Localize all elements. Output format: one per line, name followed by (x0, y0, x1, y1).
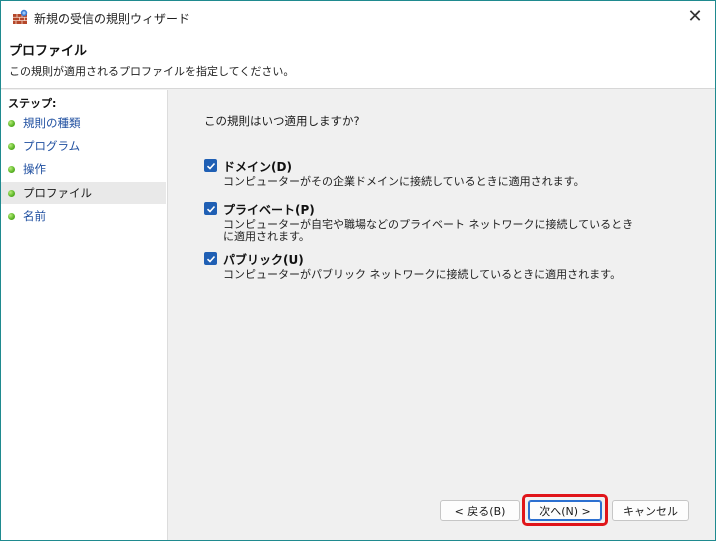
page-title: プロファイル (9, 44, 88, 59)
private-description: コンピューターが自宅や職場などのプライベート ネットワークに接続しているときに適… (223, 218, 634, 243)
public-description: コンピューターがパブリック ネットワークに接続しているときに適用されます。 (223, 268, 622, 281)
back-button[interactable]: < 戻る(B) (440, 500, 520, 521)
public-checkbox[interactable] (204, 252, 217, 265)
cancel-button[interactable]: キャンセル (612, 500, 689, 521)
checkmark-icon (206, 255, 215, 263)
green-bullet-icon (8, 142, 15, 150)
steps-panel: ステップ: 規則の種類 プログラム 操作 プロファイル 名前 (1, 90, 168, 540)
wizard-window: 新規の受信の規則ウィザード ✕ プロファイル この規則が適用されるプロファイルを… (0, 0, 716, 541)
page-description: この規則が適用されるプロファイルを指定してください。 (9, 65, 295, 78)
private-checkbox[interactable] (204, 202, 217, 215)
title-bar: 新規の受信の規則ウィザード ✕ (1, 1, 715, 33)
step-item-rule-type[interactable]: 規則の種類 (1, 112, 166, 134)
firewall-wall-icon (13, 9, 28, 24)
step-label: 操作 (23, 162, 46, 176)
step-label: 規則の種類 (23, 116, 81, 130)
domain-description: コンピューターがその企業ドメインに接続しているときに適用されます。 (223, 175, 585, 188)
step-item-program[interactable]: プログラム (1, 135, 166, 157)
checkmark-icon (206, 205, 215, 213)
question-text: この規則はいつ適用しますか? (204, 114, 360, 128)
page-header: プロファイル この規則が適用されるプロファイルを指定してください。 (1, 33, 715, 89)
steps-heading: ステップ: (8, 97, 57, 110)
close-button[interactable]: ✕ (683, 5, 707, 29)
green-bullet-icon (8, 212, 15, 220)
close-icon: ✕ (687, 6, 703, 27)
domain-checkbox[interactable] (204, 159, 217, 172)
green-bullet-icon (8, 119, 15, 127)
domain-label[interactable]: ドメイン(D) (223, 158, 292, 175)
step-item-profile: プロファイル (1, 182, 166, 204)
next-button[interactable]: 次へ(N) > (528, 500, 602, 521)
step-label: プロファイル (23, 186, 92, 200)
green-bullet-icon (8, 189, 15, 197)
step-item-name[interactable]: 名前 (1, 205, 166, 227)
content-panel: この規則はいつ適用しますか? ドメイン(D) コンピューターがその企業ドメインに… (169, 90, 715, 540)
green-bullet-icon (8, 165, 15, 173)
checkmark-icon (206, 162, 215, 170)
step-label: プログラム (23, 139, 81, 153)
window-title: 新規の受信の規則ウィザード (34, 12, 191, 26)
step-label: 名前 (23, 209, 46, 223)
step-item-action[interactable]: 操作 (1, 158, 166, 180)
private-label[interactable]: プライベート(P) (223, 201, 315, 218)
public-label[interactable]: パブリック(U) (223, 251, 304, 268)
